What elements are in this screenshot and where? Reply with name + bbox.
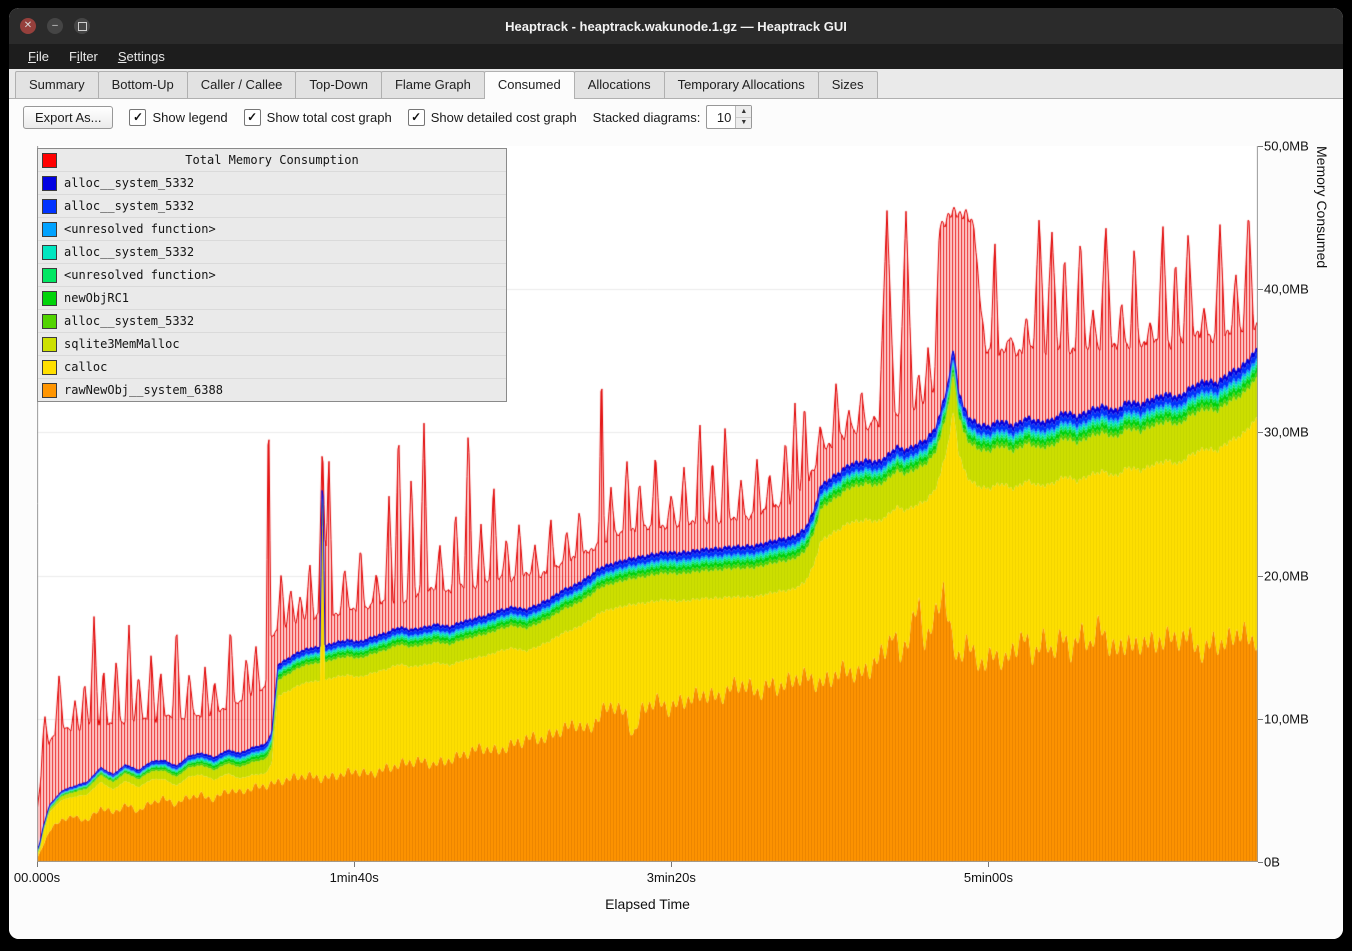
legend-label: rawNewObj__system_6388 bbox=[64, 383, 223, 397]
y-axis-title: Memory Consumed bbox=[1314, 146, 1330, 862]
y-tick-label: 10,0MB bbox=[1264, 711, 1309, 726]
legend-chip bbox=[42, 245, 57, 260]
y-tick-label: 20,0MB bbox=[1264, 568, 1309, 583]
y-tick-label: 40,0MB bbox=[1264, 282, 1309, 297]
legend-title: Total Memory Consumption bbox=[38, 153, 506, 167]
legend-row: alloc__system_5332 bbox=[38, 171, 506, 194]
legend-label: sqlite3MemMalloc bbox=[64, 337, 180, 351]
legend-label: alloc__system_5332 bbox=[64, 199, 194, 213]
tab-top-down[interactable]: Top-Down bbox=[295, 71, 382, 98]
y-tick-mark bbox=[1258, 289, 1263, 290]
x-tick-mark bbox=[988, 862, 989, 867]
checkbox-label: Show total cost graph bbox=[267, 110, 392, 125]
tab-bottom-up[interactable]: Bottom-Up bbox=[98, 71, 188, 98]
legend-total-chip bbox=[42, 153, 57, 168]
legend-row: <unresolved function> bbox=[38, 217, 506, 240]
titlebar: ✕ – Heaptrack - heaptrack.wakunode.1.gz … bbox=[9, 8, 1343, 44]
x-tick-mark bbox=[671, 862, 672, 867]
checkbox-label: Show detailed cost graph bbox=[431, 110, 577, 125]
legend-label: alloc__system_5332 bbox=[64, 314, 194, 328]
legend-row: alloc__system_5332 bbox=[38, 240, 506, 263]
stacked-diagrams-value[interactable]: 10 bbox=[707, 106, 735, 128]
tab-consumed[interactable]: Consumed bbox=[484, 71, 575, 99]
y-tick-mark bbox=[1258, 432, 1263, 433]
legend-row: newObjRC1 bbox=[38, 286, 506, 309]
menu-filter[interactable]: Filter bbox=[60, 47, 107, 66]
legend-header-row: Total Memory Consumption bbox=[38, 149, 506, 171]
x-tick-mark bbox=[37, 862, 38, 867]
legend-chip bbox=[42, 314, 57, 329]
x-axis-title: Elapsed Time bbox=[37, 896, 1258, 912]
checkbox-check-icon: ✓ bbox=[244, 109, 261, 126]
legend-chip bbox=[42, 176, 57, 191]
legend-label: calloc bbox=[64, 360, 107, 374]
tab-sizes[interactable]: Sizes bbox=[818, 71, 878, 98]
desktop: { "window": { "title": "Heaptrack - heap… bbox=[0, 0, 1352, 951]
menu-settings[interactable]: Settings bbox=[109, 47, 174, 66]
legend-row: <unresolved function> bbox=[38, 263, 506, 286]
toolbar-checkboxes: ✓ Show legend ✓ Show total cost graph ✓ Show … bbox=[129, 109, 576, 126]
checkbox-show-detailed-cost-graph[interactable]: ✓ Show detailed cost graph bbox=[408, 109, 577, 126]
x-tick-mark bbox=[354, 862, 355, 867]
legend-chip bbox=[42, 268, 57, 283]
tab-temporary-allocations[interactable]: Temporary Allocations bbox=[664, 71, 819, 98]
legend-row: calloc bbox=[38, 355, 506, 378]
menubar: FileFilterSettings bbox=[9, 44, 1343, 69]
legend-chip bbox=[42, 291, 57, 306]
stacked-diagrams-label: Stacked diagrams: bbox=[593, 110, 701, 125]
y-tick-label: 0B bbox=[1264, 855, 1280, 870]
legend-label: <unresolved function> bbox=[64, 222, 216, 236]
tab-summary[interactable]: Summary bbox=[15, 71, 99, 98]
tab-flame-graph[interactable]: Flame Graph bbox=[381, 71, 485, 98]
spinbox-down-icon[interactable]: ▼ bbox=[736, 118, 751, 129]
x-tick-label: 1min40s bbox=[330, 870, 379, 885]
x-tick-label: 5min00s bbox=[964, 870, 1013, 885]
legend-chip bbox=[42, 383, 57, 398]
y-tick-label: 30,0MB bbox=[1264, 425, 1309, 440]
legend-row: alloc__system_5332 bbox=[38, 309, 506, 332]
checkbox-show-total-cost-graph[interactable]: ✓ Show total cost graph bbox=[244, 109, 392, 126]
tab-allocations[interactable]: Allocations bbox=[574, 71, 665, 98]
legend-label: newObjRC1 bbox=[64, 291, 129, 305]
checkbox-show-legend[interactable]: ✓ Show legend bbox=[129, 109, 227, 126]
chart-legend: Total Memory Consumption alloc__system_5… bbox=[37, 148, 507, 402]
x-tick-label: 3min20s bbox=[647, 870, 696, 885]
stacked-diagrams-spinbox[interactable]: 10 ▲ ▼ bbox=[706, 105, 752, 129]
legend-label: alloc__system_5332 bbox=[64, 245, 194, 259]
y-tick-mark bbox=[1258, 146, 1263, 147]
spinbox-up-icon[interactable]: ▲ bbox=[736, 106, 751, 118]
toolbar: Export As... ✓ Show legend ✓ Show total cos… bbox=[9, 99, 1343, 135]
legend-row: sqlite3MemMalloc bbox=[38, 332, 506, 355]
legend-chip bbox=[42, 337, 57, 352]
legend-label: <unresolved function> bbox=[64, 268, 216, 282]
tabbar: SummaryBottom-UpCaller / CalleeTop-DownF… bbox=[9, 69, 1343, 99]
heaptrack-window: ✕ – Heaptrack - heaptrack.wakunode.1.gz … bbox=[9, 8, 1343, 939]
y-tick-mark bbox=[1258, 719, 1263, 720]
checkbox-check-icon: ✓ bbox=[129, 109, 146, 126]
export-as-button[interactable]: Export As... bbox=[23, 106, 113, 129]
y-tick-label: 50,0MB bbox=[1264, 139, 1309, 154]
legend-label: alloc__system_5332 bbox=[64, 176, 194, 190]
checkbox-label: Show legend bbox=[152, 110, 227, 125]
x-tick-label: 00.000s bbox=[14, 870, 60, 885]
checkbox-check-icon: ✓ bbox=[408, 109, 425, 126]
legend-row: rawNewObj__system_6388 bbox=[38, 378, 506, 401]
consumed-chart-area: Total Memory Consumption alloc__system_5… bbox=[9, 135, 1343, 939]
menu-file[interactable]: File bbox=[19, 47, 58, 66]
y-tick-mark bbox=[1258, 862, 1263, 863]
legend-row: alloc__system_5332 bbox=[38, 194, 506, 217]
legend-chip bbox=[42, 222, 57, 237]
legend-chip bbox=[42, 199, 57, 214]
y-tick-mark bbox=[1258, 576, 1263, 577]
legend-chip bbox=[42, 360, 57, 375]
window-title: Heaptrack - heaptrack.wakunode.1.gz — He… bbox=[9, 19, 1343, 34]
tab-caller-callee[interactable]: Caller / Callee bbox=[187, 71, 297, 98]
